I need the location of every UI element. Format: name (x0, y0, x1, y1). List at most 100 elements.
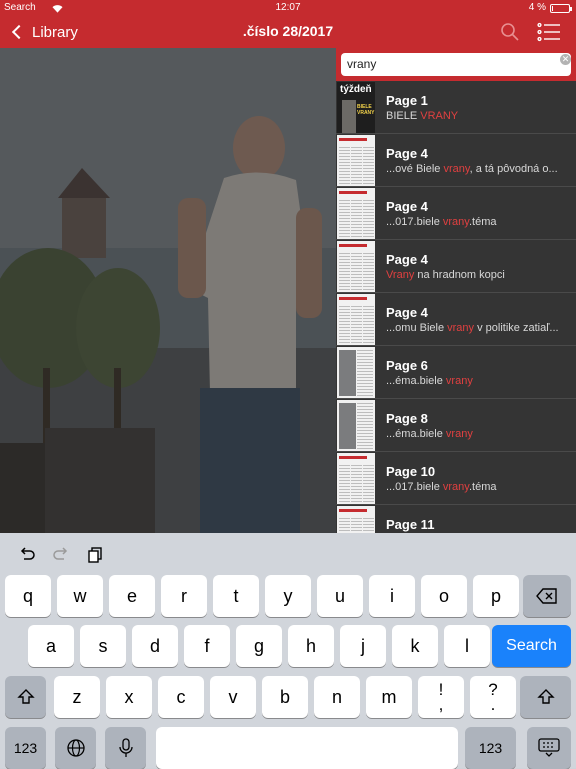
search-results-panel: vrany ✕ týždeň BIELE VRANY Page 1 BIELE VRA… (336, 48, 576, 533)
key-j[interactable]: j (340, 625, 386, 667)
result-snippet: ...017.biele vrany.téma (386, 216, 572, 228)
globe-key[interactable] (55, 727, 96, 769)
thumbnail-text-column (363, 306, 374, 344)
delete-key[interactable] (523, 575, 571, 617)
result-snippet: BIELE VRANY (386, 110, 572, 122)
key-h[interactable]: h (288, 625, 334, 667)
key-i[interactable]: i (369, 575, 415, 617)
key-x[interactable]: x (106, 676, 152, 718)
snippet-text: ...éma.biele (386, 428, 446, 440)
result-page-label: Page 8 (386, 411, 428, 426)
snippet-text: ...017.biele (386, 216, 443, 228)
key-symbols: ?. (488, 681, 497, 713)
thumbnail-text-column (339, 147, 350, 185)
microphone-icon (118, 738, 133, 757)
key-t[interactable]: t (213, 575, 259, 617)
key-q[interactable]: q (5, 575, 51, 617)
thumbnail-headline (339, 244, 367, 247)
result-page-label: Page 4 (386, 146, 428, 161)
issue-title: .číslo 28/2017 (242, 23, 334, 39)
result-page-label: Page 1 (386, 93, 428, 108)
key-f[interactable]: f (184, 625, 230, 667)
numbers-key-left[interactable]: 123 (5, 727, 46, 769)
key-p[interactable]: p (473, 575, 519, 617)
key-r[interactable]: r (161, 575, 207, 617)
shift-icon (16, 689, 35, 704)
search-result-item[interactable]: Page 4 ...ové Biele vrany, a tá pôvodná o… (336, 134, 576, 187)
table-of-contents-icon[interactable] (537, 22, 561, 42)
cover-photo-illustration (0, 48, 336, 533)
status-bar: Search 12:07 4 % (0, 0, 576, 16)
search-result-item[interactable]: Page 10 ...017.biele vrany.téma (336, 452, 576, 505)
key-v[interactable]: v (210, 676, 256, 718)
search-key[interactable]: Search (492, 625, 571, 667)
key-a[interactable]: a (28, 625, 74, 667)
search-icon[interactable] (500, 22, 520, 42)
snippet-text: ...omu Biele (386, 322, 448, 334)
shift-key-left[interactable] (5, 676, 46, 718)
search-result-item[interactable]: týždeň BIELE VRANY Page 1 BIELE VRANY (336, 81, 576, 134)
key-d[interactable]: d (132, 625, 178, 667)
page-thumbnail (337, 241, 375, 292)
redo-icon[interactable] (52, 545, 70, 563)
space-bar[interactable] (156, 727, 458, 769)
snippet-text: , a tá pôvodná o... (469, 163, 558, 175)
page-thumbnail: týždeň BIELE VRANY (337, 82, 375, 133)
key-z[interactable]: z (54, 676, 100, 718)
key-m[interactable]: m (366, 676, 412, 718)
key-l[interactable]: l (444, 625, 490, 667)
thumbnail-text-column (363, 465, 374, 503)
search-result-item[interactable]: Page 4 ...omu Biele vrany v politike zati… (336, 293, 576, 346)
result-snippet: Vrany na hradnom kopci (386, 269, 572, 281)
search-result-item[interactable]: Page 6 ...éma.biele vrany (336, 346, 576, 399)
search-result-item[interactable]: Page 4 Vrany na hradnom kopci (336, 240, 576, 293)
snippet-highlight: vrany (445, 428, 473, 440)
result-snippet: ...omu Biele vrany v politike zatiaľ... (386, 322, 572, 334)
clock: 12:07 (275, 2, 301, 13)
key-u[interactable]: u (317, 575, 363, 617)
magazine-page-photo[interactable] (0, 48, 336, 533)
thumbnail-text-column (351, 465, 362, 503)
key-y[interactable]: y (265, 575, 311, 617)
thumbnail-text-column (357, 403, 373, 449)
key-e[interactable]: e (109, 575, 155, 617)
undo-icon[interactable] (18, 545, 36, 563)
key-punct-7[interactable]: !, (418, 676, 464, 718)
key-b[interactable]: b (262, 676, 308, 718)
search-result-item[interactable]: Page 11 (336, 505, 576, 533)
key-w[interactable]: w (57, 575, 103, 617)
thumbnail-text-column (363, 253, 374, 291)
key-g[interactable]: g (236, 625, 282, 667)
key-n[interactable]: n (314, 676, 360, 718)
thumbnail-text-column (339, 253, 350, 291)
key-k[interactable]: k (392, 625, 438, 667)
clear-search-icon[interactable]: ✕ (560, 54, 571, 65)
key-symbols: !, (439, 681, 444, 713)
thumbnail-text-column (339, 306, 350, 344)
key-punct-8[interactable]: ?. (470, 676, 516, 718)
result-snippet: ...ové Biele vrany, a tá pôvodná o... (386, 163, 572, 175)
search-result-item[interactable]: Page 4 ...017.biele vrany.téma (336, 187, 576, 240)
snippet-text: .téma (468, 216, 497, 228)
key-c[interactable]: c (158, 676, 204, 718)
thumbnail-text-column (351, 147, 362, 185)
result-page-label: Page 11 (386, 517, 435, 532)
paste-icon[interactable] (87, 545, 105, 563)
search-result-item[interactable]: Page 8 ...éma.biele vrany (336, 399, 576, 452)
keyboard-dismiss-icon (538, 738, 560, 757)
shift-key-right[interactable] (520, 676, 571, 718)
snippet-text: .téma (468, 481, 497, 493)
result-page-label: Page 4 (386, 252, 428, 267)
hide-keyboard-key[interactable] (527, 727, 571, 769)
key-s[interactable]: s (80, 625, 126, 667)
shift-icon (536, 689, 555, 704)
thumbnail-photo (339, 403, 356, 449)
dictation-key[interactable] (105, 727, 146, 769)
key-o[interactable]: o (421, 575, 467, 617)
thumbnail-text-column (351, 253, 362, 291)
snippet-text: ...ové Biele (386, 163, 444, 175)
thumbnail-headline (339, 191, 367, 194)
numbers-key-right[interactable]: 123 (465, 727, 516, 769)
thumbnail-text-column (363, 147, 374, 185)
search-input[interactable]: vrany (341, 53, 571, 76)
